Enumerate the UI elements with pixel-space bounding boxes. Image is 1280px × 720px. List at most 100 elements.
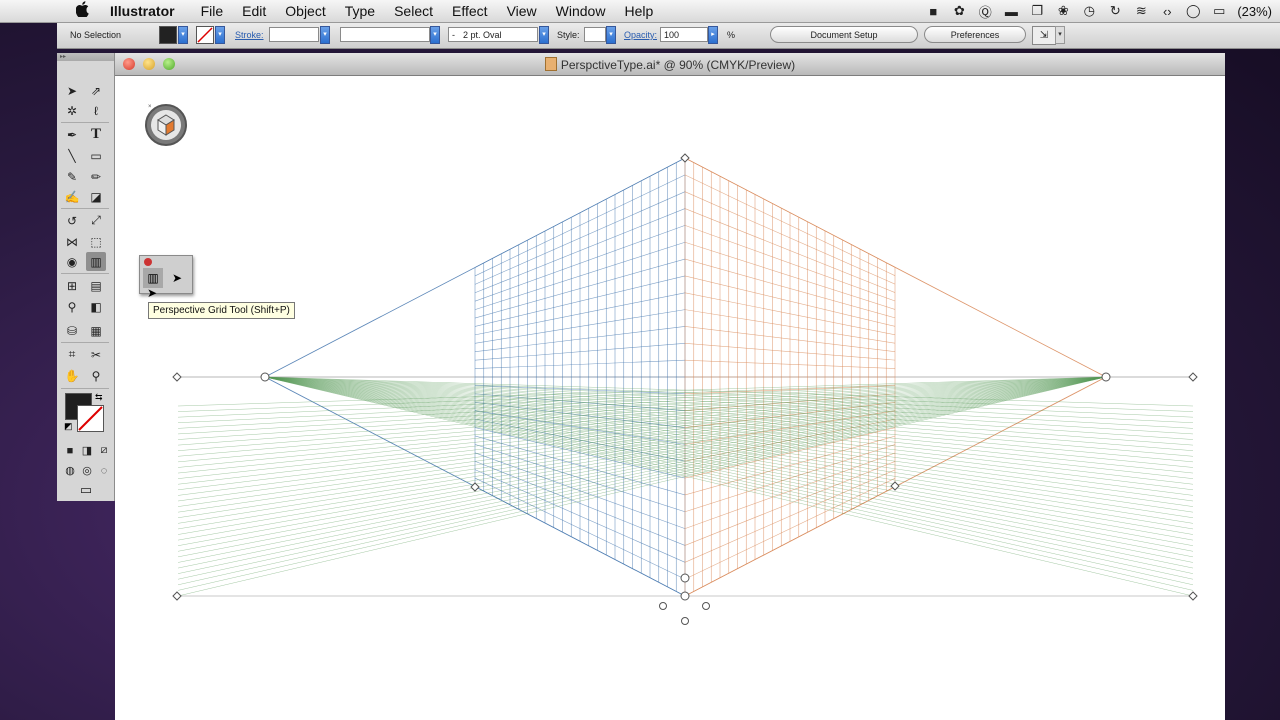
rotate-tool-icon[interactable]: ↺	[62, 211, 82, 230]
paw-icon[interactable]: ❀	[1055, 3, 1071, 18]
video-camera-icon[interactable]: ■	[925, 4, 941, 19]
artboard-tool-icon[interactable]: ⌗	[62, 345, 82, 364]
arrange-documents-icon[interactable]: ⇲	[1032, 26, 1056, 45]
left-grid-extent-handle[interactable]	[470, 482, 480, 492]
style-field[interactable]	[584, 27, 606, 42]
mouse-cursor-icon: ➤	[147, 286, 158, 300]
brush-name: 2 pt. Oval	[463, 30, 502, 40]
rectangle-tool-icon[interactable]: ▭	[86, 146, 106, 165]
screen-mode-icon[interactable]: ▭	[72, 480, 100, 499]
variable-width-field[interactable]	[340, 27, 430, 42]
symbol-sprayer-tool-icon[interactable]: ⛁	[62, 321, 82, 340]
free-transform-tool-icon[interactable]: ⬚	[86, 232, 106, 251]
draw-inside-icon[interactable]: ◌	[94, 461, 114, 480]
document-setup-button[interactable]: Document Setup	[770, 26, 918, 43]
slice-tool-icon[interactable]: ✂	[86, 345, 106, 364]
stroke-weight-field[interactable]	[269, 27, 319, 42]
default-colors-icon[interactable]: ◩	[64, 421, 73, 432]
lasso-tool-icon[interactable]: ℓ	[86, 101, 106, 120]
mesh-tool-icon[interactable]: ⊞	[62, 276, 82, 295]
paintbrush-tool-icon[interactable]: ✎	[62, 167, 82, 186]
left-vanishing-point-handle[interactable]	[260, 372, 270, 382]
style-dropdown[interactable]: ▾	[606, 26, 616, 44]
none-mode-icon[interactable]: ⧄	[94, 441, 114, 460]
perspective-selection-tool-option-icon[interactable]: ➤	[167, 268, 187, 288]
plane-switching-widget-icon[interactable]: ×	[143, 102, 189, 148]
menu-type[interactable]: Type	[345, 3, 375, 19]
perspective-grid-tool-icon[interactable]: ▥	[86, 252, 106, 271]
perspective-grid-tool-option-icon[interactable]: ▥	[143, 268, 163, 288]
display-icon[interactable]: ▬	[1003, 4, 1019, 19]
shape-builder-tool-icon[interactable]: ◉	[62, 252, 82, 271]
ground-plane-control-handle[interactable]	[681, 617, 689, 625]
menu-object[interactable]: Object	[285, 3, 325, 19]
right-ground-handle[interactable]	[1188, 591, 1198, 601]
left-plane-control-handle[interactable]	[659, 602, 667, 610]
stroke-dropdown[interactable]: ▾	[215, 26, 225, 44]
stroke-weight-dropdown[interactable]: ▾	[320, 26, 330, 44]
q-app-icon[interactable]: Ⓠ	[977, 4, 993, 20]
code-arrows-icon[interactable]: ‹›	[1159, 4, 1175, 19]
battery-icon[interactable]: ▭	[1211, 3, 1227, 18]
type-tool-icon[interactable]: T	[86, 125, 106, 144]
chat-bubble-icon[interactable]: ◯	[1185, 3, 1201, 18]
menu-edit[interactable]: Edit	[242, 3, 266, 19]
variable-width-dropdown[interactable]: ▾	[430, 26, 440, 44]
tools-panel-grip[interactable]: ▸▸	[57, 53, 114, 61]
right-horizon-handle[interactable]	[1188, 372, 1198, 382]
opacity-label[interactable]: Opacity:	[624, 30, 657, 40]
blob-brush-tool-icon[interactable]: ✍	[62, 187, 82, 206]
pencil-tool-icon[interactable]: ✏	[86, 167, 106, 186]
pen-tool-icon[interactable]: ✒	[62, 125, 82, 144]
menu-select[interactable]: Select	[394, 3, 433, 19]
scale-tool-icon[interactable]: ⤢	[86, 211, 106, 230]
magic-wand-tool-icon[interactable]: ✲	[62, 101, 82, 120]
line-tool-icon[interactable]: ╲	[62, 146, 82, 165]
menu-file[interactable]: File	[201, 3, 224, 19]
close-flyout-icon[interactable]	[144, 258, 152, 266]
preferences-button[interactable]: Preferences	[924, 26, 1026, 43]
artboard-canvas[interactable]	[115, 76, 1225, 720]
book-icon[interactable]: ❐	[1029, 3, 1045, 18]
opacity-field[interactable]: 100	[660, 27, 708, 42]
menu-effect[interactable]: Effect	[452, 3, 488, 19]
grid-cell-size-handle[interactable]	[680, 573, 690, 583]
stroke-label[interactable]: Stroke:	[235, 30, 264, 40]
eyedropper-tool-icon[interactable]: ⚲	[62, 297, 82, 316]
app-menu[interactable]: Illustrator	[110, 3, 175, 19]
gradient-tool-icon[interactable]: ▤	[86, 276, 106, 295]
right-grid-extent-handle[interactable]	[890, 481, 900, 491]
blend-tool-icon[interactable]: ◧	[86, 297, 106, 316]
fill-swatch[interactable]	[159, 26, 177, 44]
menu-view[interactable]: View	[507, 3, 537, 19]
left-horizon-handle[interactable]	[172, 372, 182, 382]
wifi-icon[interactable]: ≋	[1133, 3, 1149, 18]
left-ground-handle[interactable]	[172, 591, 182, 601]
column-graph-tool-icon[interactable]: ▦	[86, 321, 106, 340]
brush-field[interactable]: - 2 pt. Oval	[448, 27, 538, 42]
menu-help[interactable]: Help	[624, 3, 653, 19]
time-machine-icon[interactable]: ◷	[1081, 3, 1097, 18]
right-plane-control-handle[interactable]	[702, 602, 710, 610]
menu-window[interactable]: Window	[556, 3, 606, 19]
stroke-swatch[interactable]	[196, 26, 214, 44]
selection-tool-icon[interactable]: ➤	[62, 81, 82, 100]
direct-selection-tool-icon[interactable]: ⇗	[86, 81, 106, 100]
perspective-grid[interactable]	[172, 153, 1198, 625]
settings-badge-icon[interactable]: ✿	[951, 3, 967, 18]
brush-dropdown[interactable]: ▾	[539, 26, 549, 44]
vertical-grid-extent-handle[interactable]	[680, 153, 690, 163]
eraser-tool-icon[interactable]: ◪	[86, 187, 106, 206]
stroke-color-box[interactable]	[77, 405, 104, 432]
sync-icon[interactable]: ↻	[1107, 3, 1123, 18]
arrange-documents-dropdown[interactable]: ▾	[1055, 26, 1065, 44]
apple-menu-icon[interactable]	[74, 1, 92, 21]
swap-colors-icon[interactable]: ⇆	[95, 392, 103, 403]
right-vanishing-point-handle[interactable]	[1101, 372, 1111, 382]
zoom-tool-icon[interactable]: ⚲	[86, 366, 106, 385]
width-tool-icon[interactable]: ⋈	[62, 232, 82, 251]
hand-tool-icon[interactable]: ✋	[62, 366, 82, 385]
fill-dropdown[interactable]: ▾	[178, 26, 188, 44]
opacity-dropdown[interactable]: ▸	[708, 26, 718, 44]
origin-handle[interactable]	[680, 591, 690, 601]
